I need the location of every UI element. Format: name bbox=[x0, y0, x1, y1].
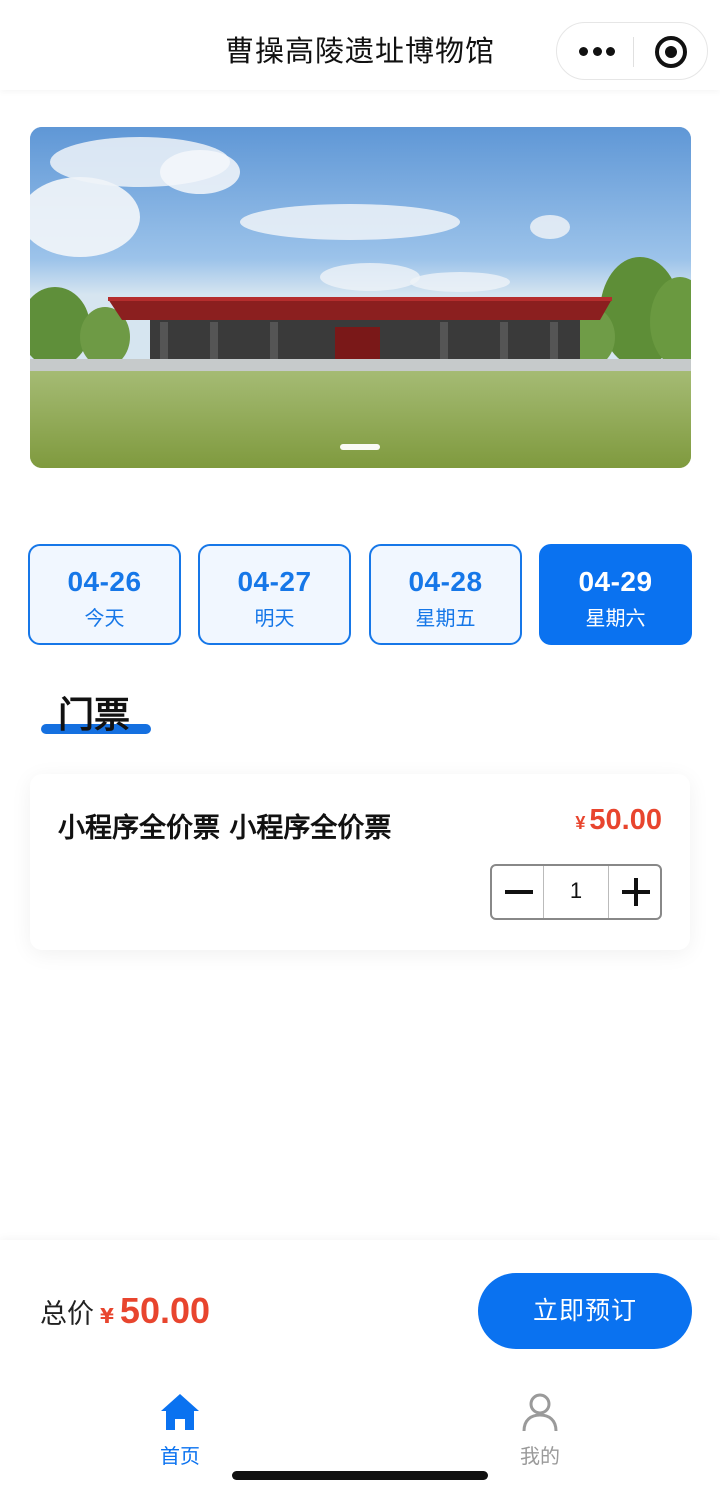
date-option-0427[interactable]: 04-27 明天 bbox=[198, 544, 351, 645]
ticket-name: 小程序全价票 小程序全价票 bbox=[58, 813, 392, 844]
carousel-indicator bbox=[340, 444, 380, 450]
tab-home-label: 首页 bbox=[160, 1444, 200, 1468]
currency-symbol: ¥ bbox=[100, 1304, 114, 1328]
section-title: 门票 bbox=[58, 695, 131, 736]
date-option-0426[interactable]: 04-26 今天 bbox=[28, 544, 181, 645]
bottom-bar: 总价 ¥ 50.00 立即预订 首页 我的 bbox=[0, 1240, 720, 1494]
date-selector: 04-26 今天 04-27 明天 04-28 星期五 04-29 星期六 bbox=[28, 544, 692, 646]
weekday-label: 星期六 bbox=[585, 606, 646, 630]
weekday-label: 明天 bbox=[254, 606, 295, 630]
total-price: 总价 ¥ 50.00 bbox=[40, 1290, 210, 1332]
price-amount: 50.00 bbox=[589, 804, 662, 836]
date-option-0428[interactable]: 04-28 星期五 bbox=[369, 544, 522, 645]
ticket-card: 小程序全价票 小程序全价票 ¥50.00 1 bbox=[30, 774, 690, 950]
user-icon bbox=[522, 1393, 558, 1432]
tab-home[interactable]: 首页 bbox=[120, 1390, 240, 1469]
home-icon bbox=[161, 1394, 199, 1430]
minus-button[interactable] bbox=[492, 866, 544, 918]
tab-mine-label: 我的 bbox=[520, 1444, 560, 1468]
banner-carousel[interactable] bbox=[30, 127, 691, 468]
home-indicator bbox=[232, 1471, 488, 1480]
navigation-bar: 曹操高陵遗址博物馆 bbox=[0, 0, 720, 90]
total-amount: 50.00 bbox=[119, 1290, 211, 1331]
tab-mine[interactable]: 我的 bbox=[480, 1390, 600, 1469]
date-option-0429[interactable]: 04-29 星期六 bbox=[539, 544, 692, 645]
weekday-label: 星期五 bbox=[415, 606, 476, 630]
quantity-value[interactable]: 1 bbox=[544, 878, 608, 904]
weekday-label: 今天 bbox=[84, 606, 125, 630]
capsule-divider bbox=[633, 37, 634, 67]
currency-symbol: ¥ bbox=[575, 813, 586, 833]
date-label: 04-29 bbox=[578, 566, 653, 597]
date-label: 04-26 bbox=[67, 566, 142, 597]
date-label: 04-27 bbox=[237, 566, 312, 597]
mini-program-capsule bbox=[556, 22, 708, 80]
book-now-button[interactable]: 立即预订 bbox=[478, 1273, 692, 1349]
plus-button[interactable] bbox=[608, 866, 660, 918]
museum-photo bbox=[30, 127, 691, 468]
date-label: 04-28 bbox=[408, 566, 483, 597]
more-icon[interactable] bbox=[579, 35, 615, 67]
close-target-icon[interactable] bbox=[655, 36, 687, 68]
total-label: 总价 bbox=[40, 1299, 94, 1330]
ticket-price: ¥50.00 bbox=[575, 804, 662, 837]
quantity-stepper: 1 bbox=[490, 864, 662, 920]
